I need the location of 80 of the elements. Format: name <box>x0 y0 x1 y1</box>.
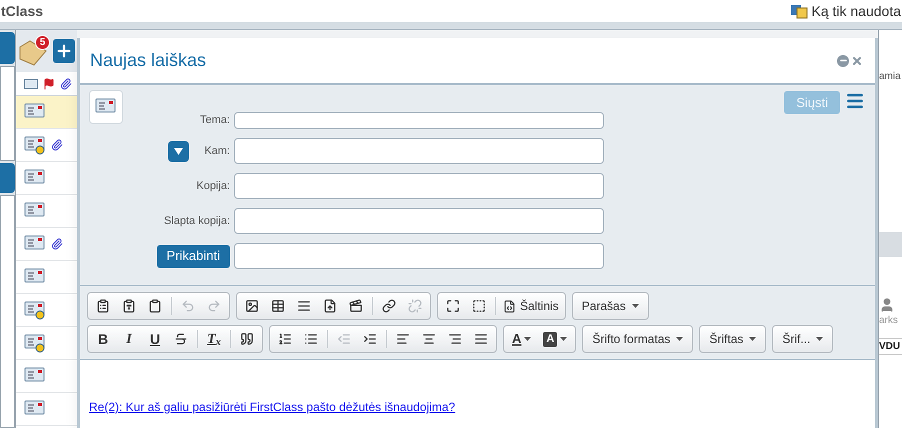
table-icon <box>271 299 285 313</box>
maximize-icon <box>446 299 460 313</box>
recent-link[interactable]: Ką tik naudota <box>811 0 901 22</box>
numbered-list-icon <box>278 332 292 346</box>
calendar-icon <box>790 3 808 19</box>
input-field[interactable] <box>234 112 604 129</box>
horizontal-lines-icon <box>297 299 311 313</box>
paste-text-icon <box>122 299 136 313</box>
input-field[interactable] <box>234 173 604 199</box>
caret-icon <box>524 337 532 341</box>
image-icon <box>245 299 259 313</box>
show-blocks-icon <box>472 299 486 313</box>
unread-count-badge: 5 <box>35 35 50 50</box>
label-text: VDU <box>879 338 902 355</box>
format-button[interactable]: U <box>142 327 168 351</box>
caret-icon <box>632 304 639 308</box>
envelope-status-icon <box>24 333 46 353</box>
input-field[interactable] <box>234 208 604 234</box>
close-icon[interactable] <box>851 54 863 66</box>
align-justify-icon <box>474 332 488 346</box>
paperclip-icon <box>60 78 72 90</box>
minimize-button[interactable] <box>837 54 849 66</box>
menu-icon[interactable] <box>845 91 865 111</box>
field-label: Slapta kopija: <box>164 214 230 229</box>
expand-toggle[interactable] <box>168 140 190 162</box>
dropdown-button[interactable]: Šrif... <box>775 327 830 351</box>
format-button[interactable]: I <box>116 327 142 351</box>
attach-button[interactable]: Prikabinti <box>156 244 230 268</box>
dialog-title: Naujas laiškas <box>90 49 206 72</box>
field-label: Kam: <box>204 144 230 159</box>
outdent-icon <box>337 332 351 346</box>
column-header: amia <box>879 72 902 82</box>
text-color-button[interactable]: A <box>506 327 538 351</box>
paste-word-icon <box>148 299 162 313</box>
paste-icon <box>96 299 110 313</box>
undo-icon <box>181 299 195 313</box>
source-button[interactable]: Šaltinis <box>499 294 563 318</box>
code-file-icon <box>503 300 516 312</box>
side-panel <box>0 163 15 193</box>
panel-bar <box>879 232 902 257</box>
format-button[interactable]: B <box>90 327 116 351</box>
clapperboard-icon <box>349 299 363 313</box>
person-icon <box>879 297 895 313</box>
folder-icon <box>18 39 48 67</box>
message-row[interactable] <box>16 96 77 129</box>
indent-icon <box>363 332 377 346</box>
bullet-list-icon <box>304 332 318 346</box>
triangle-down-icon <box>174 148 184 154</box>
label-text: arks <box>879 314 899 328</box>
link-icon <box>382 299 396 313</box>
quote-icon <box>240 332 254 346</box>
new-button[interactable] <box>53 39 75 63</box>
background-color-button[interactable]: A <box>537 327 574 351</box>
dropdown-button[interactable]: Šriftas <box>702 327 764 351</box>
plus-icon <box>55 42 73 60</box>
app-title: tClass <box>0 4 44 18</box>
input-field[interactable] <box>234 243 604 269</box>
envelope-icon <box>24 78 38 88</box>
caret-icon <box>560 337 568 341</box>
redo-icon <box>207 299 221 313</box>
caret-icon <box>749 337 756 341</box>
caret-icon <box>676 337 684 341</box>
dropdown-button[interactable]: Šrifto formatas <box>585 327 690 351</box>
format-button[interactable]: T$_{x}$ <box>201 327 227 351</box>
unlink-icon <box>408 299 422 313</box>
flag-icon <box>43 78 55 90</box>
side-panel <box>0 32 15 64</box>
dropdown-button[interactable]: Parašas <box>574 294 646 318</box>
reply-link[interactable]: Re(2): Kur aš galiu pasižiūrėti FirstClass pašto dėžutės išnaudojima? <box>89 400 456 414</box>
page-icon <box>323 299 337 313</box>
field-label: Tema: <box>200 113 230 128</box>
field-label: Kopija: <box>196 178 230 194</box>
align-left-icon <box>396 332 410 346</box>
strikethrough-icon <box>174 332 188 346</box>
input-field[interactable] <box>234 138 604 164</box>
caret-icon <box>816 337 824 341</box>
align-right-icon <box>448 332 462 346</box>
envelope-status-icon <box>24 300 46 320</box>
envelope-status-icon <box>24 135 46 155</box>
align-center-icon <box>422 332 436 346</box>
